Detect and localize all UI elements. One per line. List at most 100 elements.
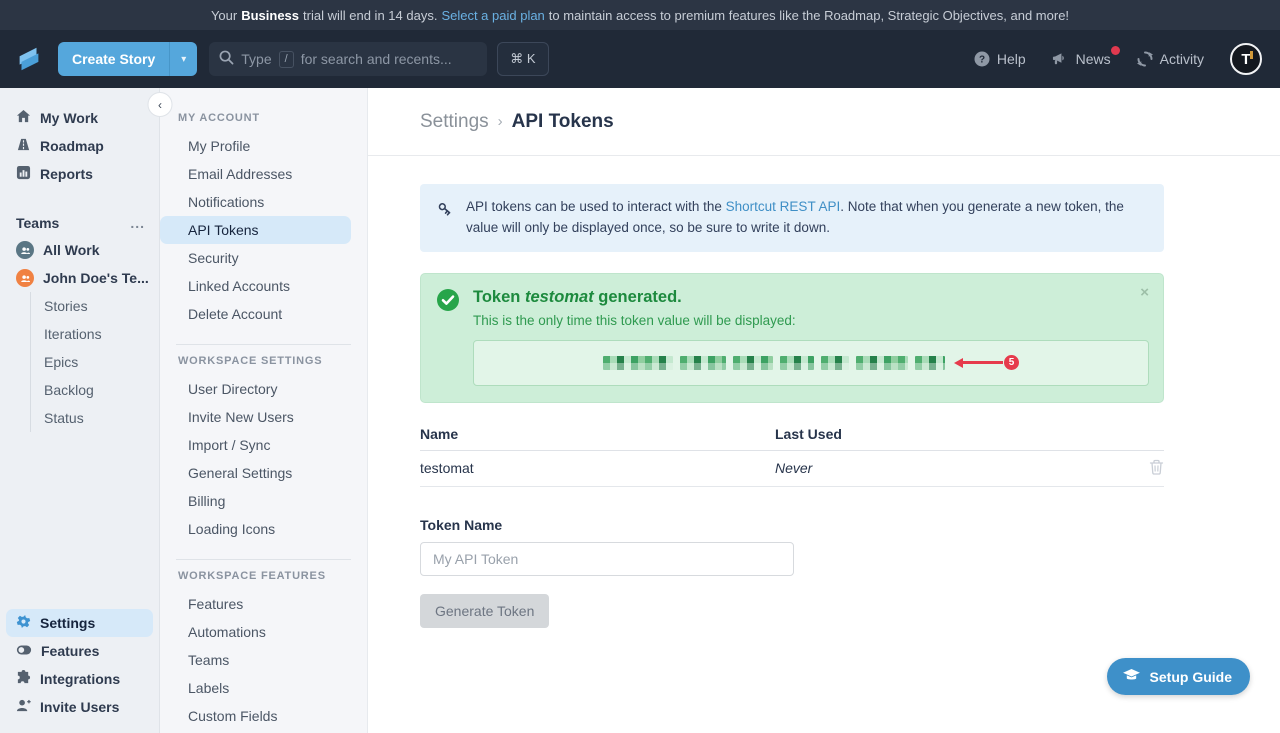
subnav-item-api-tokens[interactable]: API Tokens bbox=[160, 216, 351, 244]
annotation-arrow-5: 5 bbox=[954, 355, 1019, 370]
sidebar-item-backlog[interactable]: Backlog bbox=[44, 376, 159, 404]
select-paid-plan-link[interactable]: Select a paid plan bbox=[441, 8, 544, 23]
redacted-token-segment bbox=[821, 356, 849, 370]
token-name-emphasis: testomat bbox=[525, 288, 594, 306]
redacted-token-segment bbox=[780, 356, 814, 370]
main-sidebar: My Work Roadmap Reports Teams ... All Wo… bbox=[0, 88, 160, 733]
token-name-input[interactable] bbox=[420, 542, 794, 576]
gear-icon bbox=[16, 614, 31, 632]
subnav-item-features[interactable]: Features bbox=[160, 590, 367, 618]
section-title-my-account: MY ACCOUNT bbox=[178, 112, 367, 124]
all-work-avatar bbox=[16, 241, 34, 259]
sidebar-item-features[interactable]: Features bbox=[0, 637, 159, 665]
toast-subtitle: This is the only time this token value w… bbox=[473, 313, 1149, 328]
annotation-badge: 5 bbox=[1004, 355, 1019, 370]
setup-guide-button[interactable]: Setup Guide bbox=[1107, 658, 1250, 695]
redacted-token-segment bbox=[856, 356, 908, 370]
settings-subnav: MY ACCOUNT My Profile Email Addresses No… bbox=[160, 88, 368, 733]
user-avatar[interactable]: T bbox=[1230, 43, 1262, 75]
api-tokens-content: API tokens can be used to interact with … bbox=[368, 156, 1164, 628]
road-icon bbox=[16, 137, 31, 155]
app-body: ‹ My Work Roadmap Reports Teams ... All … bbox=[0, 88, 1280, 733]
team-sub-list: Stories Iterations Epics Backlog Status bbox=[30, 292, 159, 432]
subnav-item-labels[interactable]: Labels bbox=[160, 674, 367, 702]
page-header: Settings › API Tokens bbox=[368, 88, 1280, 156]
page-title: API Tokens bbox=[512, 111, 614, 133]
breadcrumb-settings-link[interactable]: Settings bbox=[420, 111, 489, 133]
graduation-cap-icon bbox=[1122, 668, 1141, 686]
subnav-item-linked-accounts[interactable]: Linked Accounts bbox=[160, 272, 367, 300]
house-icon bbox=[16, 109, 31, 127]
search-icon bbox=[219, 50, 234, 68]
sidebar-item-status[interactable]: Status bbox=[44, 404, 159, 432]
tokens-table: Name Last Used testomat Never bbox=[420, 419, 1164, 487]
api-tokens-info-note: API tokens can be used to interact with … bbox=[420, 184, 1164, 252]
subnav-item-billing[interactable]: Billing bbox=[160, 487, 367, 515]
sidebar-item-my-work[interactable]: My Work bbox=[0, 104, 159, 132]
subnav-item-teams[interactable]: Teams bbox=[160, 646, 367, 674]
sidebar-item-reports[interactable]: Reports bbox=[0, 160, 159, 188]
main-content: Settings › API Tokens API tokens can be … bbox=[368, 88, 1280, 733]
teams-section-header: Teams ... bbox=[0, 210, 159, 236]
toast-body: Token testomat generated. This is the on… bbox=[473, 288, 1149, 386]
sidebar-item-all-work[interactable]: All Work bbox=[0, 236, 159, 264]
delete-token-button[interactable] bbox=[1149, 459, 1164, 478]
arrow-shaft bbox=[963, 361, 1003, 364]
sidebar-collapse-button[interactable]: ‹ bbox=[148, 92, 173, 117]
generate-token-button[interactable]: Generate Token bbox=[420, 594, 549, 628]
activity-button[interactable]: Activity bbox=[1137, 51, 1204, 67]
sidebar-item-epics[interactable]: Epics bbox=[44, 348, 159, 376]
sidebar-item-settings[interactable]: Settings bbox=[6, 609, 153, 637]
trial-text-suffix: to maintain access to premium features l… bbox=[549, 8, 1069, 23]
navbar-right-group: ? Help News Activity T bbox=[974, 43, 1262, 75]
subnav-item-delete-account[interactable]: Delete Account bbox=[160, 300, 367, 328]
section-title-workspace-settings: WORKSPACE SETTINGS bbox=[178, 355, 367, 367]
search-placeholder-rest: for search and recents... bbox=[301, 51, 452, 67]
subnav-item-general-settings[interactable]: General Settings bbox=[160, 459, 367, 487]
puzzle-icon bbox=[16, 670, 31, 688]
subnav-item-my-profile[interactable]: My Profile bbox=[160, 132, 367, 160]
redacted-token-segment bbox=[733, 356, 773, 370]
subnav-item-email-addresses[interactable]: Email Addresses bbox=[160, 160, 367, 188]
subnav-item-security[interactable]: Security bbox=[160, 244, 367, 272]
redacted-token-segment bbox=[680, 356, 726, 370]
search-placeholder-type: Type bbox=[241, 51, 271, 67]
sidebar-item-john-does-team[interactable]: John Doe's Te... bbox=[0, 264, 159, 292]
chevron-left-icon: ‹ bbox=[158, 98, 162, 112]
shortcut-logo-icon[interactable] bbox=[14, 44, 44, 74]
subnav-item-user-directory[interactable]: User Directory bbox=[160, 375, 367, 403]
trial-plan-name: Business bbox=[241, 8, 299, 23]
breadcrumb: Settings › API Tokens bbox=[420, 111, 614, 133]
sidebar-item-stories[interactable]: Stories bbox=[44, 292, 159, 320]
create-story-button[interactable]: Create Story bbox=[58, 42, 169, 76]
teams-more-button[interactable]: ... bbox=[130, 215, 145, 231]
subnav-item-invite-new-users[interactable]: Invite New Users bbox=[160, 403, 367, 431]
subnav-item-automations[interactable]: Automations bbox=[160, 618, 367, 646]
token-name-label: Token Name bbox=[420, 517, 1164, 533]
create-story-caret-button[interactable]: ▾ bbox=[169, 42, 197, 76]
toast-title: Token testomat generated. bbox=[473, 288, 1149, 307]
subnav-item-custom-fields[interactable]: Custom Fields bbox=[160, 702, 367, 730]
activity-sync-icon bbox=[1137, 51, 1153, 67]
subnav-item-import-sync[interactable]: Import / Sync bbox=[160, 431, 367, 459]
invite-user-icon bbox=[16, 698, 31, 716]
sidebar-item-integrations[interactable]: Integrations bbox=[0, 665, 159, 693]
redacted-token-segment bbox=[915, 356, 945, 370]
news-button[interactable]: News bbox=[1052, 51, 1111, 67]
subnav-item-notifications[interactable]: Notifications bbox=[160, 188, 367, 216]
subnav-item-loading-icons[interactable]: Loading Icons bbox=[160, 515, 367, 543]
bar-chart-icon bbox=[16, 165, 31, 183]
trial-text-prefix: Your bbox=[211, 8, 237, 23]
close-icon[interactable]: × bbox=[1140, 284, 1149, 301]
sidebar-item-roadmap[interactable]: Roadmap bbox=[0, 132, 159, 160]
sidebar-item-iterations[interactable]: Iterations bbox=[44, 320, 159, 348]
redacted-token-segment bbox=[603, 356, 673, 370]
cmd-k-shortcut-hint: ⌘ K bbox=[497, 42, 548, 76]
sidebar-item-invite-users[interactable]: Invite Users bbox=[0, 693, 159, 721]
svg-text:?: ? bbox=[979, 55, 985, 66]
help-button[interactable]: ? Help bbox=[974, 51, 1026, 67]
info-note-text: API tokens can be used to interact with … bbox=[466, 197, 1148, 239]
shortcut-rest-api-link[interactable]: Shortcut REST API bbox=[726, 199, 841, 214]
search-input[interactable]: Type / for search and recents... bbox=[209, 42, 487, 76]
create-story-split-button: Create Story ▾ bbox=[58, 42, 197, 76]
